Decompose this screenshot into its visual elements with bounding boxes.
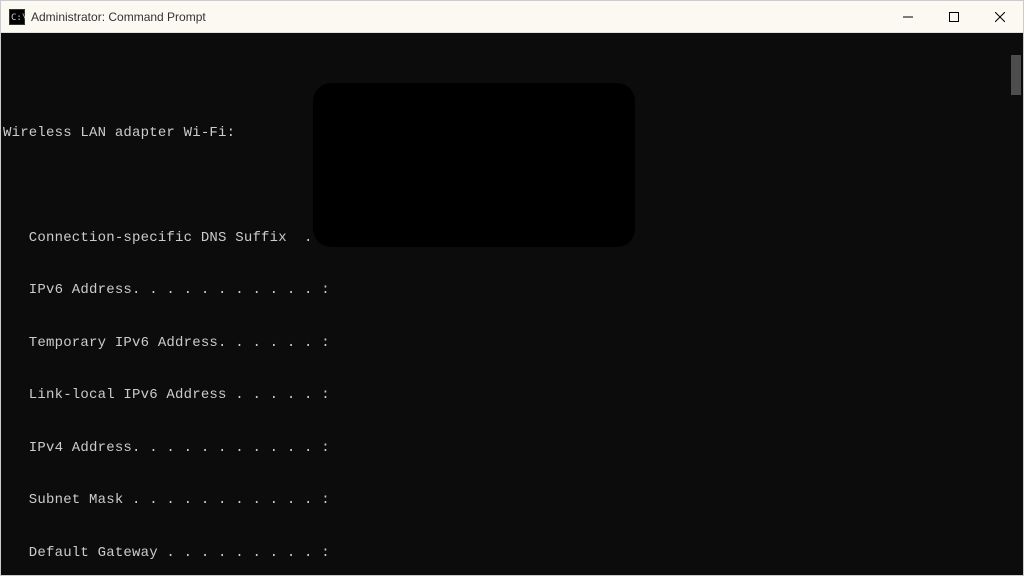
- wifi-ipv6-line: IPv6 Address. . . . . . . . . . . :: [3, 282, 1021, 300]
- vertical-scrollbar[interactable]: [1007, 33, 1023, 575]
- wifi-subnet-line: Subnet Mask . . . . . . . . . . . :: [3, 492, 1021, 510]
- close-button[interactable]: [977, 1, 1023, 32]
- maximize-button[interactable]: [931, 1, 977, 32]
- scrollbar-thumb[interactable]: [1011, 55, 1021, 95]
- titlebar[interactable]: C:\ Administrator: Command Prompt: [1, 1, 1023, 33]
- wifi-linklocal-line: Link-local IPv6 Address . . . . . :: [3, 387, 1021, 405]
- redaction-overlay: [313, 83, 635, 247]
- wifi-gateway-line: Default Gateway . . . . . . . . . :: [3, 545, 1021, 563]
- minimize-button[interactable]: [885, 1, 931, 32]
- window-controls: [885, 1, 1023, 32]
- command-prompt-window: C:\ Administrator: Command Prompt Wirele…: [0, 0, 1024, 576]
- window-title: Administrator: Command Prompt: [31, 10, 885, 24]
- svg-text:C:\: C:\: [11, 13, 25, 23]
- cmd-icon: C:\: [9, 9, 25, 25]
- wifi-temp-ipv6-line: Temporary IPv6 Address. . . . . . :: [3, 335, 1021, 353]
- console-area[interactable]: Wireless LAN adapter Wi-Fi: Connection-s…: [1, 33, 1023, 575]
- wifi-ipv4-line: IPv4 Address. . . . . . . . . . . :: [3, 440, 1021, 458]
